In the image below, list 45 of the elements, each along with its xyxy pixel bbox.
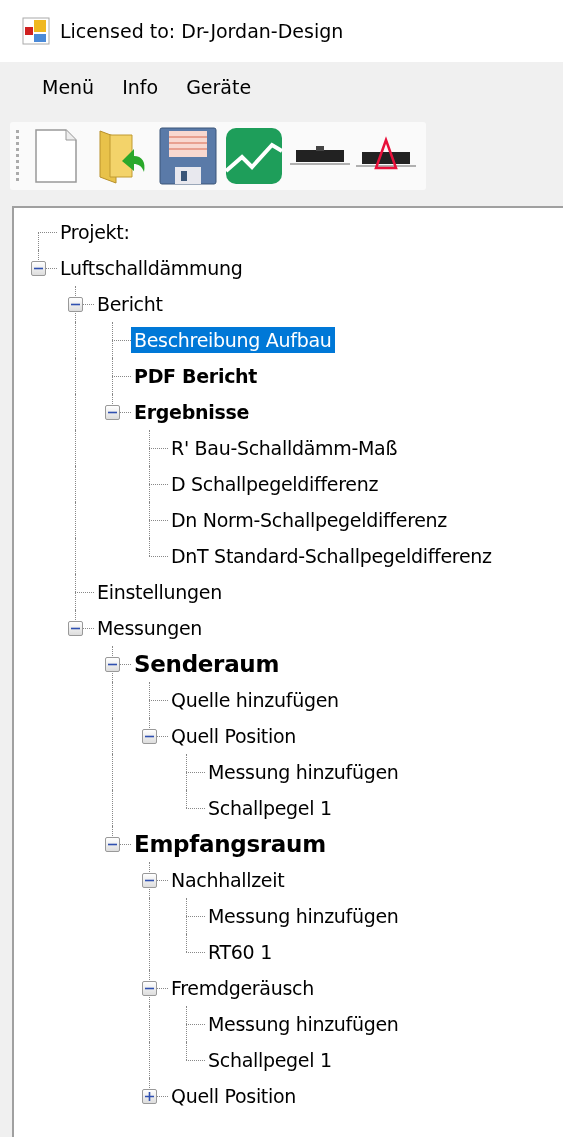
tree-item[interactable]: RT60 1 <box>205 939 275 965</box>
chart-icon <box>225 127 283 185</box>
tree-item[interactable]: Schallpegel 1 <box>205 795 335 821</box>
collapse-button[interactable] <box>142 729 157 744</box>
grip-icon <box>16 128 20 184</box>
collapse-button[interactable] <box>68 621 83 636</box>
tree-item[interactable]: Messung hinzufügen <box>205 1011 402 1037</box>
window-title: Licensed to: Dr-Jordan-Design <box>60 20 344 42</box>
tree-item[interactable]: Quell Position <box>168 1083 300 1109</box>
tree-item[interactable]: R' Bau-Schalldämm-Maß <box>168 435 401 461</box>
menu-item[interactable]: Geräte <box>172 72 266 102</box>
expand-button[interactable] <box>142 1089 157 1104</box>
tree-item[interactable]: D Schallpegeldifferenz <box>168 471 382 497</box>
collapse-button[interactable] <box>142 873 157 888</box>
tree-item[interactable]: Nachhallzeit <box>168 867 288 893</box>
tree-item[interactable]: Messungen <box>94 615 206 641</box>
tree-item[interactable]: Schallpegel 1 <box>205 1047 335 1073</box>
tree-item[interactable]: DnT Standard-Schallpegeldifferenz <box>168 543 495 569</box>
app-icon <box>22 17 50 45</box>
tree-item[interactable]: PDF Bericht <box>131 363 261 389</box>
tree-item[interactable]: Ergebnisse <box>131 399 252 425</box>
collapse-button[interactable] <box>142 981 157 996</box>
device-icon <box>290 144 350 168</box>
tree-item[interactable]: Quell Position <box>168 723 300 749</box>
tree-item[interactable]: Senderaum <box>131 649 283 679</box>
tree-item[interactable]: Dn Norm-Schallpegeldifferenz <box>168 507 451 533</box>
tree-item[interactable]: Einstellungen <box>94 579 225 605</box>
tree-item[interactable]: Empfangsraum <box>131 829 329 859</box>
tree-item[interactable]: Messung hinzufügen <box>205 903 402 929</box>
menu-item[interactable]: Info <box>108 72 173 102</box>
tree-item[interactable]: Projekt: <box>57 219 133 245</box>
collapse-button[interactable] <box>68 297 83 312</box>
tree-item[interactable]: Messung hinzufügen <box>205 759 402 785</box>
tree-item[interactable]: Luftschalldämmung <box>57 255 246 281</box>
tree-item[interactable]: Fremdgeräusch <box>168 975 317 1001</box>
tree-item[interactable]: Quelle hinzufügen <box>168 687 342 713</box>
new-document-icon <box>34 128 78 184</box>
plus-icon <box>145 1092 154 1101</box>
collapse-button[interactable] <box>105 657 120 672</box>
menu-item[interactable]: Menü <box>28 72 109 102</box>
collapse-button[interactable] <box>105 405 120 420</box>
tree-item[interactable]: Bericht <box>94 291 166 317</box>
collapse-button[interactable] <box>105 837 120 852</box>
collapse-button[interactable] <box>31 261 46 276</box>
tree-item[interactable]: Beschreibung Aufbau <box>131 327 335 353</box>
